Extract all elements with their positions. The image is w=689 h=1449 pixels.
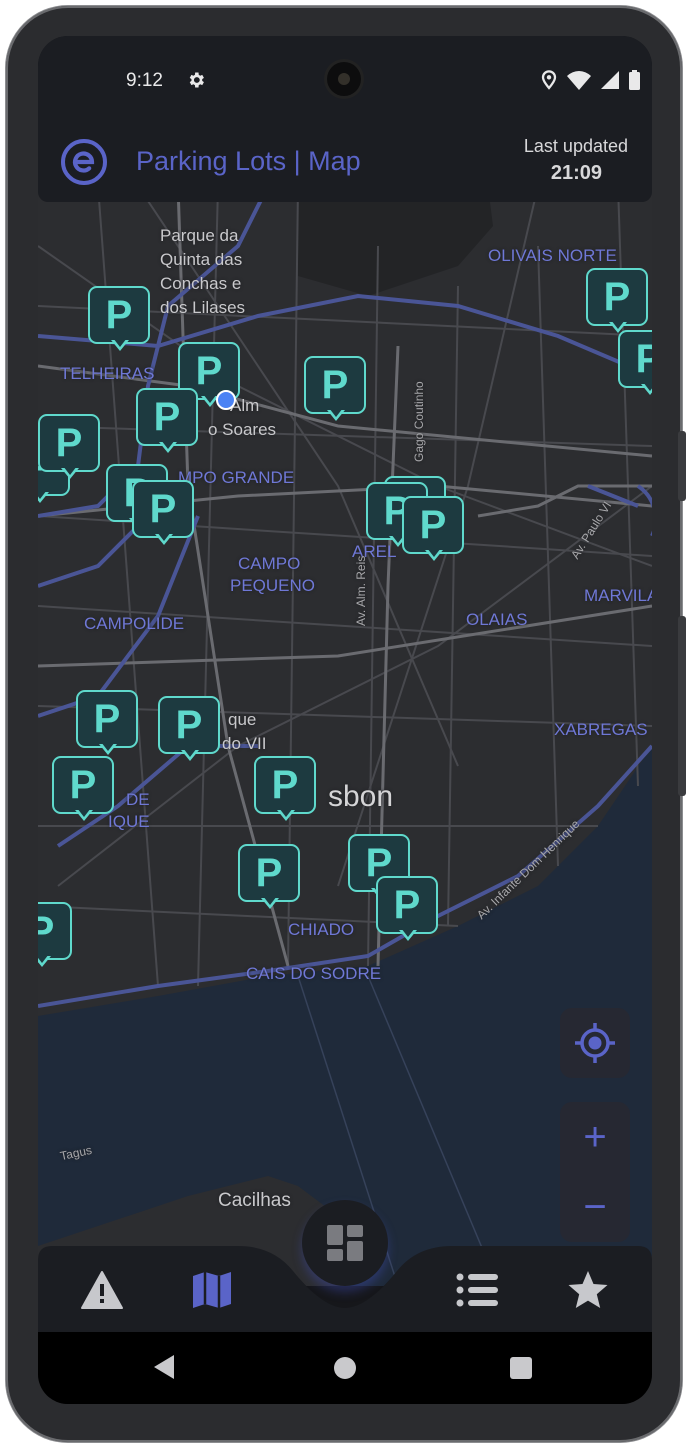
- dashboard-icon: [327, 1225, 363, 1261]
- map-label: CAMPOLIDE: [84, 614, 185, 633]
- signal-icon: [601, 71, 619, 89]
- dashboard-button[interactable]: [302, 1200, 388, 1286]
- page-title: Parking Lots | Map: [136, 146, 361, 176]
- nav-map[interactable]: [182, 1260, 242, 1320]
- parking-marker[interactable]: P: [52, 756, 116, 826]
- nav-alerts[interactable]: [72, 1260, 132, 1320]
- front-camera: [327, 62, 361, 96]
- crosshair-icon: [575, 1023, 615, 1063]
- app-logo-icon: [60, 138, 108, 191]
- parking-marker[interactable]: P: [38, 902, 74, 972]
- zoom-in-button[interactable]: +: [560, 1102, 630, 1172]
- zoom-out-button[interactable]: −: [560, 1172, 630, 1242]
- last-updated-label: Last updated: [523, 136, 628, 156]
- map-label: CAIS DO SODRE: [246, 964, 382, 983]
- phone-frame: 9:12 Parking Lots | Map Last updated 21:…: [6, 6, 686, 1442]
- system-navigation-bar: [38, 1332, 652, 1404]
- map-label: Cacilhas: [218, 1190, 291, 1211]
- screen: 9:12 Parking Lots | Map Last updated 21:…: [38, 36, 652, 1404]
- map-label: CAMPO: [238, 554, 301, 573]
- parking-marker[interactable]: P: [88, 286, 152, 356]
- parking-marker[interactable]: P: [376, 876, 440, 946]
- map-label-city: sbon: [328, 780, 394, 813]
- parking-marker[interactable]: P: [132, 480, 196, 550]
- map-icon: [193, 1272, 231, 1308]
- list-icon: [456, 1273, 498, 1307]
- power-button: [678, 616, 686, 796]
- parking-marker[interactable]: P: [238, 844, 302, 914]
- map-view[interactable]: Parque da Quinta das Conchas e dos Lilas…: [38, 186, 652, 1286]
- map-label: Quinta das: [160, 250, 243, 269]
- parking-marker[interactable]: P: [76, 690, 140, 760]
- map-label: Parque da: [160, 226, 239, 245]
- wifi-icon: [567, 70, 591, 90]
- parking-marker[interactable]: P: [586, 268, 650, 338]
- status-time: 9:12: [126, 70, 163, 91]
- current-location-dot: [216, 390, 236, 410]
- map-label: OLAIAS: [466, 610, 528, 629]
- bottom-navigation: [38, 1200, 652, 1332]
- map-label: OLIVAIS NORTE: [488, 246, 617, 265]
- last-updated-time: 21:09: [550, 162, 602, 184]
- map-label: do VII: [222, 734, 267, 753]
- parking-marker[interactable]: P: [402, 496, 466, 566]
- map-label: Conchas e: [160, 274, 242, 293]
- parking-marker[interactable]: P: [136, 388, 200, 458]
- map-label: MARVILA: [584, 586, 652, 605]
- star-icon: [568, 1271, 608, 1308]
- recents-button[interactable]: [510, 1357, 532, 1379]
- settings-gear-icon: [186, 70, 206, 95]
- status-icons: [541, 70, 640, 90]
- parking-marker[interactable]: P: [158, 696, 222, 766]
- location-status-icon: [541, 70, 557, 90]
- warning-icon: [81, 1271, 123, 1309]
- map-label: Av. Alm. Reis: [354, 555, 368, 626]
- map-label: XABREGAS: [554, 720, 648, 739]
- status-bar: 9:12: [38, 36, 652, 116]
- map-label: PEQUENO: [230, 576, 316, 595]
- map-label: TELHEIRAS: [60, 364, 155, 383]
- back-triangle-icon: [154, 1355, 174, 1379]
- nav-list[interactable]: [448, 1260, 508, 1320]
- map-label: DE: [126, 790, 150, 809]
- map-label: o Soares: [208, 420, 277, 439]
- zoom-controls: + −: [560, 1102, 630, 1242]
- map-label: dos Lilases: [160, 298, 246, 317]
- locate-me-button[interactable]: [560, 1008, 630, 1078]
- battery-icon: [629, 70, 640, 90]
- volume-button: [678, 431, 686, 501]
- home-button[interactable]: [334, 1357, 356, 1379]
- app-bar: Parking Lots | Map Last updated 21:09: [38, 116, 652, 202]
- parking-marker[interactable]: P: [254, 756, 318, 826]
- parking-marker[interactable]: P: [618, 330, 652, 400]
- map-label: Gago Coutinho: [412, 381, 426, 462]
- map-label: CHIADO: [288, 920, 355, 939]
- parking-marker[interactable]: P: [38, 414, 102, 484]
- parking-marker[interactable]: P: [304, 356, 368, 426]
- back-button[interactable]: [152, 1354, 176, 1385]
- map-label: que: [228, 710, 257, 729]
- nav-favorites[interactable]: [558, 1260, 618, 1320]
